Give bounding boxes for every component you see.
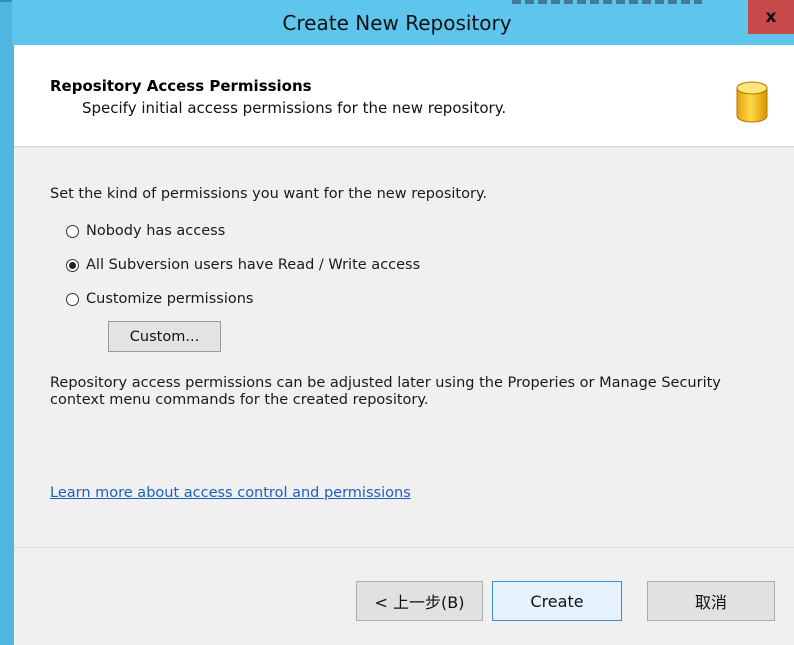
create-button[interactable]: Create [492, 581, 622, 621]
radio-label: Nobody has access [86, 223, 226, 239]
radio-customize-permissions[interactable]: Customize permissions [66, 289, 253, 309]
dialog-content: Repository Access Permissions Specify in… [14, 45, 794, 645]
permissions-intro: Set the kind of permissions you want for… [50, 186, 488, 202]
close-button[interactable]: x [748, 0, 794, 34]
permissions-info-text: Repository access permissions can be adj… [50, 375, 721, 408]
cancel-button[interactable]: 取消 [647, 581, 775, 621]
back-button[interactable]: < 上一步(B) [356, 581, 483, 621]
learn-more-link[interactable]: Learn more about access control and perm… [50, 485, 411, 501]
close-icon: x [765, 7, 777, 27]
radio-all-users-read-write[interactable]: All Subversion users have Read / Write a… [66, 255, 420, 275]
dialog-window: Create New Repository x Repository Acces… [0, 0, 794, 645]
custom-permissions-button[interactable]: Custom... [108, 321, 221, 352]
radio-label: All Subversion users have Read / Write a… [86, 257, 421, 273]
dialog-title: Create New Repository [282, 11, 512, 35]
radio-button[interactable] [66, 258, 79, 272]
page-title: Repository Access Permissions [50, 77, 312, 95]
database-icon [736, 81, 768, 123]
footer-divider [14, 547, 794, 548]
radio-label: Customize permissions [86, 291, 254, 307]
title-bar-artifact [512, 0, 702, 4]
radio-button[interactable] [66, 292, 79, 306]
radio-button[interactable] [66, 224, 79, 238]
wizard-header: Repository Access Permissions Specify in… [14, 45, 794, 147]
radio-nobody-access[interactable]: Nobody has access [66, 221, 225, 241]
page-subtitle: Specify initial access permissions for t… [82, 99, 507, 117]
